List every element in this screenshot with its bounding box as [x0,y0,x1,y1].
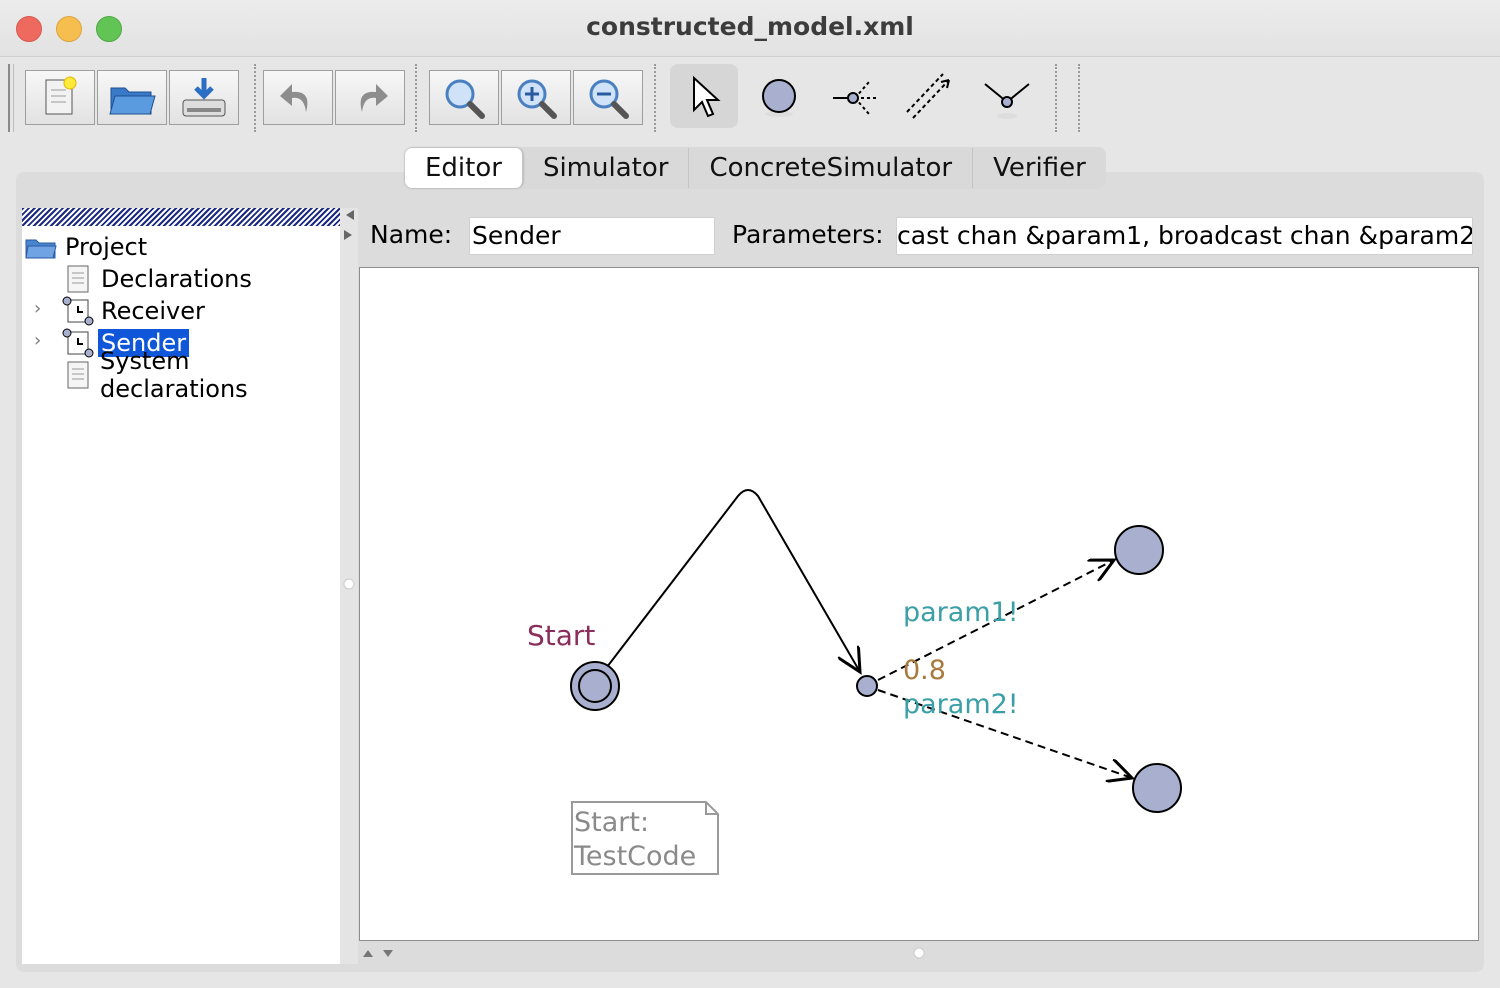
nail-tool-button[interactable] [972,70,1042,125]
title-bar: constructed_model.xml [0,0,1500,57]
location-upper[interactable] [1114,525,1164,575]
edge-start-to-branchpoint[interactable] [606,489,860,672]
window-title: constructed_model.xml [586,12,914,41]
branchpoint[interactable] [856,675,878,697]
undo-button[interactable] [263,70,333,125]
zoom-fit-button[interactable] [429,70,499,125]
toolbar-separator [254,64,259,132]
save-button[interactable] [169,70,239,125]
branchpoint-tool-button[interactable] [820,70,890,125]
select-tool-icon [693,75,721,118]
nail-tool-icon [984,82,1030,119]
tree-drag-header[interactable] [22,208,340,226]
new-document-icon [45,76,77,114]
location-start-label[interactable]: Start [527,619,595,652]
location-tool-icon [762,78,796,117]
sync-label-param2[interactable]: param2! [903,689,1019,720]
tree-item-project[interactable]: Project [24,232,150,262]
tab-verifier[interactable]: Verifier [973,148,1106,188]
redo-icon [360,83,388,112]
zoom-fit-icon [445,79,485,119]
toolbar-grip[interactable] [8,64,14,132]
scroll-arrows-icon[interactable] [359,943,1479,963]
tab-editor[interactable]: Editor [405,148,523,188]
toolbar-separator [654,64,656,132]
name-field[interactable]: Sender [469,217,715,255]
folder-icon [25,239,57,259]
tree-item-label: Receiver [101,297,205,325]
redo-button[interactable] [335,70,405,125]
edge-tool-icon [906,72,950,119]
automaton-diagram: Start param1! 0.8 param2! Start: TestCod… [527,489,1182,875]
tab-concrete-simulator[interactable]: ConcreteSimulator [689,148,974,188]
split-pane-divider[interactable] [340,208,358,964]
tree-item-label: Declarations [101,265,252,293]
toolbar-separator [1078,64,1080,132]
parameters-field[interactable]: cast chan &param1, broadcast chan &param… [896,217,1473,255]
template-icon [62,328,94,358]
canvas-bottom-bar [359,943,1479,963]
location-start[interactable] [570,661,620,711]
zoom-in-button[interactable] [501,70,571,125]
undo-icon [280,83,308,112]
template-canvas[interactable]: Start param1! 0.8 param2! Start: TestCod… [359,267,1479,941]
zoom-out-icon [589,79,629,119]
open-button[interactable] [97,70,167,125]
zoom-out-button[interactable] [573,70,643,125]
branchpoint-tool-icon [833,80,877,115]
zoom-in-icon [517,79,557,119]
template-icon [62,296,94,326]
open-folder-icon [109,87,156,114]
new-button[interactable] [25,70,95,125]
probability-label[interactable]: 0.8 [903,655,946,686]
save-icon [182,77,226,116]
note-line-1: Start: [574,807,649,838]
toolbar-separator [415,64,417,132]
splitter-arrows-icon [343,210,355,590]
toolbar-separator [1055,64,1057,132]
note-line-2: TestCode [573,841,696,872]
tree-item-receiver[interactable]: Receiver [62,296,208,326]
edge-tool-button[interactable] [896,70,966,125]
template-properties: Name: Sender Parameters: cast chan &para… [358,214,1480,260]
document-icon [67,265,89,293]
select-tool-button[interactable] [670,64,738,128]
tree-item-label: System declarations [100,347,248,403]
tree-item-system-declarations[interactable]: System declarations [64,347,340,403]
document-icon [67,361,89,389]
tree-item-declarations[interactable]: Declarations [64,264,255,294]
tree-item-label: Project [65,233,148,261]
project-tree[interactable]: Project Declarations › Receiver › Sender [22,208,340,964]
toolbar [0,58,1500,138]
parameters-label: Parameters: [732,220,884,249]
name-label: Name: [370,220,453,249]
tab-bar: Editor Simulator ConcreteSimulator Verif… [405,147,1106,189]
expand-sender-icon[interactable]: › [34,330,41,351]
tab-simulator[interactable]: Simulator [523,148,690,188]
location-lower[interactable] [1132,763,1182,813]
parameters-value: cast chan &param1, broadcast chan &param… [897,221,1473,250]
location-tool-button[interactable] [744,70,814,125]
comment-note[interactable]: Start: TestCode [571,801,719,875]
expand-receiver-icon[interactable]: › [34,298,41,319]
sync-label-param1[interactable]: param1! [903,597,1019,628]
